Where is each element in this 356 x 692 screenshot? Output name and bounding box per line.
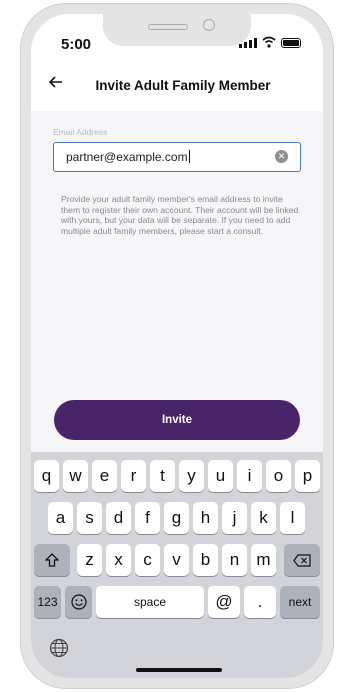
text-cursor [188, 150, 190, 163]
status-time: 5:00 [61, 36, 92, 53]
key-o[interactable]: o [266, 460, 291, 492]
key-i[interactable]: i [237, 460, 262, 492]
screen: 5:00 Invite Adult Family Member Email Ad… [31, 14, 323, 678]
at-key[interactable]: @ [208, 586, 240, 618]
key-e[interactable]: e [92, 460, 117, 492]
key-g[interactable]: g [164, 502, 189, 534]
key-b[interactable]: b [193, 544, 218, 576]
key-r[interactable]: r [121, 460, 146, 492]
next-key[interactable]: next [280, 586, 320, 618]
key-k[interactable]: k [251, 502, 276, 534]
key-l[interactable]: l [280, 502, 305, 534]
key-u[interactable]: u [208, 460, 233, 492]
help-text: Provide your adult family member's email… [61, 194, 299, 236]
delete-key[interactable] [284, 544, 320, 576]
globe-icon[interactable] [49, 638, 69, 663]
battery-icon [281, 38, 301, 48]
phone-frame: 5:00 Invite Adult Family Member Email Ad… [20, 3, 334, 689]
emoji-key[interactable] [65, 586, 92, 618]
email-value[interactable]: partner@example.com [66, 150, 190, 164]
clear-icon[interactable]: ✕ [275, 150, 288, 163]
numbers-key[interactable]: 123 [34, 586, 61, 618]
key-f[interactable]: f [135, 502, 160, 534]
key-x[interactable]: x [106, 544, 131, 576]
key-h[interactable]: h [193, 502, 218, 534]
shift-key[interactable] [34, 544, 70, 576]
key-p[interactable]: p [295, 460, 320, 492]
invite-button[interactable]: Invite [54, 400, 300, 440]
header: Invite Adult Family Member [31, 70, 323, 100]
key-a[interactable]: a [48, 502, 73, 534]
key-z[interactable]: z [77, 544, 102, 576]
email-field[interactable]: partner@example.com ✕ [53, 142, 301, 172]
key-v[interactable]: v [164, 544, 189, 576]
speaker-icon [148, 24, 188, 30]
key-y[interactable]: y [179, 460, 204, 492]
status-icons [239, 36, 301, 48]
camera-icon [203, 19, 215, 31]
key-t[interactable]: t [150, 460, 175, 492]
notch [103, 14, 251, 46]
signal-icon [239, 38, 257, 48]
home-indicator[interactable] [136, 668, 222, 672]
key-j[interactable]: j [222, 502, 247, 534]
key-q[interactable]: q [34, 460, 59, 492]
emoji-icon [70, 594, 87, 610]
wifi-icon [262, 36, 276, 48]
space-key[interactable]: space [96, 586, 204, 618]
shift-icon [44, 553, 60, 567]
key-m[interactable]: m [251, 544, 276, 576]
key-s[interactable]: s [77, 502, 102, 534]
key-n[interactable]: n [222, 544, 247, 576]
key-c[interactable]: c [135, 544, 160, 576]
backspace-icon [293, 554, 311, 567]
dot-key[interactable]: . [244, 586, 276, 618]
key-w[interactable]: w [63, 460, 88, 492]
key-d[interactable]: d [106, 502, 131, 534]
page-title: Invite Adult Family Member [95, 78, 271, 93]
keyboard: q w e r t y u i o p a s d f g h j k l z … [31, 452, 323, 678]
email-label: Email Address [53, 127, 108, 137]
